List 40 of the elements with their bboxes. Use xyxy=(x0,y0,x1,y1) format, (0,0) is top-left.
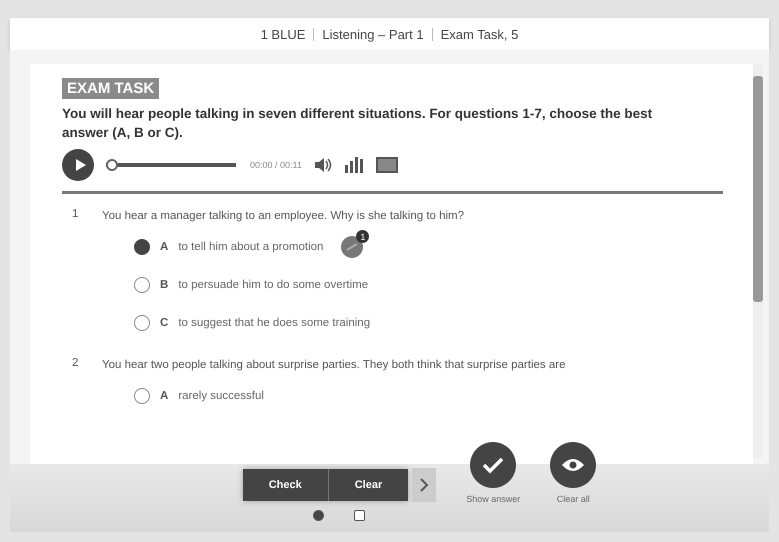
page-dot[interactable] xyxy=(313,510,324,521)
clear-all-button[interactable] xyxy=(550,442,596,488)
question-number: 1 xyxy=(72,208,80,222)
volume-icon[interactable] xyxy=(314,156,332,173)
option-text[interactable]: to persuade him to do some overtime xyxy=(178,279,368,292)
feedback-badge: 1 xyxy=(356,230,370,244)
option-letter: A xyxy=(160,390,168,402)
toolbar-button[interactable]: Clear xyxy=(328,469,408,501)
action-label: Show answer xyxy=(466,494,520,504)
eye-icon xyxy=(561,457,586,473)
action-label: Clear all xyxy=(556,494,590,504)
audio-progress-thumb[interactable] xyxy=(106,158,118,171)
radio-button[interactable] xyxy=(134,277,150,294)
question-number: 2 xyxy=(72,357,80,372)
checkmark-icon xyxy=(482,456,504,474)
instructions-text: You will hear people talking in seven different situations. For questions 1-7, choose the best answer (A, B or C). xyxy=(62,105,654,142)
transcript-icon[interactable] xyxy=(376,156,398,173)
option-text[interactable]: to suggest that he does some training xyxy=(178,317,370,330)
scrollbar-thumb[interactable] xyxy=(753,76,763,302)
question-text: You hear two people talking about surprise parties. They both think that surprise parties are xyxy=(102,358,566,374)
option-text[interactable]: rarely successful xyxy=(178,390,264,402)
option-letter: C xyxy=(160,317,168,330)
exam-task-label: EXAM TASK xyxy=(62,78,160,99)
toolbar-button[interactable]: Check xyxy=(242,469,328,501)
breadcrumb: 1 BLUE xyxy=(260,26,306,42)
breadcrumb: Listening – Part 1 xyxy=(322,26,424,42)
option-letter: A xyxy=(160,241,168,254)
radio-button[interactable] xyxy=(134,388,150,404)
option-text[interactable]: to tell him about a promotion xyxy=(178,241,324,254)
option-letter: B xyxy=(160,279,168,292)
radio-button[interactable] xyxy=(134,239,150,256)
play-button[interactable] xyxy=(62,148,94,181)
chevron-right-icon xyxy=(419,477,430,493)
breadcrumb: Exam Task, 5 xyxy=(440,26,518,42)
radio-button[interactable] xyxy=(134,315,150,332)
audio-bars-icon[interactable] xyxy=(344,156,364,173)
question-text: You hear a manager talking to an employee. Why is she talking to him? xyxy=(102,208,464,224)
audio-time: 00:00 / 00:11 xyxy=(250,160,302,170)
next-button[interactable] xyxy=(412,468,436,502)
show-answer-button[interactable] xyxy=(470,442,516,488)
